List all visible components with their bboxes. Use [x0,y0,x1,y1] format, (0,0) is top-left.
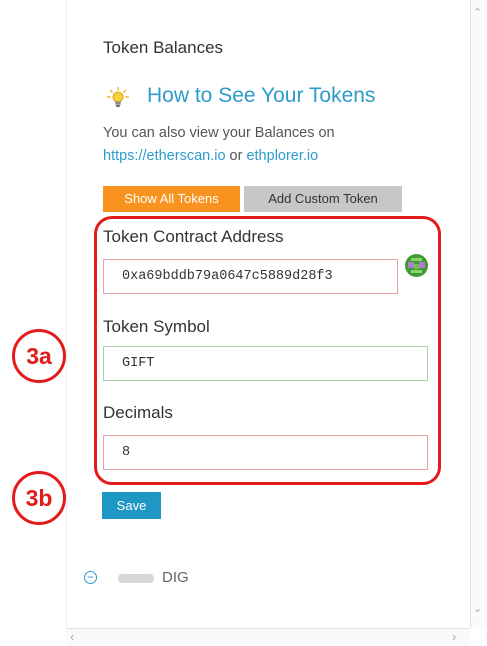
blurred-balance [118,574,154,583]
scroll-down-icon[interactable]: ⌄ [473,604,482,615]
etherscan-link[interactable]: https://etherscan.io [103,148,226,164]
scroll-right-icon[interactable]: › [452,630,456,643]
ethplorer-link[interactable]: ethplorer.io [246,148,318,164]
scroll-left-icon[interactable]: ‹ [70,630,74,643]
form-highlight-box [94,216,441,485]
token-balances-title: Token Balances [103,38,224,57]
show-all-tokens-button[interactable]: Show All Tokens [103,186,240,212]
vertical-scrollbar[interactable]: ⌃ ⌄ [470,0,486,628]
token-symbol-text: DIG [162,569,189,586]
horizontal-scrollbar[interactable]: ‹ › [66,628,470,645]
lightbulb-icon [107,87,129,107]
add-custom-token-button[interactable]: Add Custom Token [244,186,402,212]
step-3a-callout: 3a [12,329,66,383]
how-to-see-tokens-link[interactable]: How to See Your Tokens [147,84,375,108]
save-button[interactable]: Save [102,492,161,519]
scroll-up-icon[interactable]: ⌃ [473,8,482,19]
view-balances-text: You can also view your Balances on https… [103,125,335,164]
minus-circle-icon[interactable]: − [84,571,97,584]
step-3b-callout: 3b [12,471,66,525]
